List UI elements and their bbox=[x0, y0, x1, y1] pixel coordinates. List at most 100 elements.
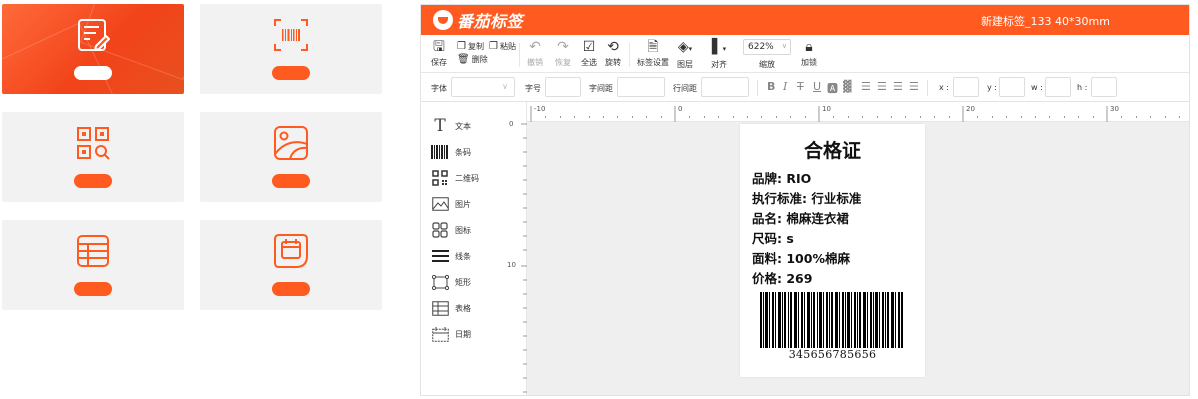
tile-button[interactable] bbox=[74, 282, 112, 296]
copy-icon: ❐ bbox=[457, 41, 466, 52]
tile-image[interactable] bbox=[200, 112, 382, 202]
tile-button[interactable] bbox=[74, 66, 112, 80]
tile-button[interactable] bbox=[272, 282, 310, 296]
label-settings-button[interactable]: 🗎 标签设置 bbox=[637, 39, 669, 68]
image-icon bbox=[274, 126, 308, 160]
text-background-icon[interactable]: 🅰︎ bbox=[827, 80, 838, 96]
calendar-icon bbox=[274, 234, 308, 268]
save-icon: 🖫 bbox=[433, 39, 445, 55]
select-all-button[interactable]: ☑ 全选 bbox=[581, 39, 597, 68]
ruler-v-label: 0 bbox=[509, 120, 514, 128]
w-label: w : bbox=[1031, 83, 1043, 92]
bold-icon[interactable]: B bbox=[767, 80, 775, 93]
label-text-product-name[interactable]: 品名: 棉麻连衣裙 bbox=[752, 208, 849, 227]
properties-bar: 字体 ∨ 字号 字间距 行间距 B I T U 🅰︎ ▓ ☰ ☰ ☰ ☰ x :… bbox=[421, 73, 1189, 102]
font-size-input[interactable] bbox=[545, 77, 581, 97]
tool-table[interactable]: 表格 bbox=[431, 298, 471, 318]
x-input[interactable] bbox=[953, 77, 979, 97]
font-size-label: 字号 bbox=[525, 84, 541, 93]
h-input[interactable] bbox=[1091, 77, 1117, 97]
x-label: x : bbox=[939, 83, 949, 92]
main-toolbar: 🖫 保存 ❐ 复制 ❐ 粘贴 🗑 删除 ↶ 撤销 ↷ 恢复 ☑ 全选 ⟲ 旋转 🗎 标… bbox=[421, 35, 1189, 73]
tile-button[interactable] bbox=[272, 174, 310, 188]
tool-text[interactable]: T 文本 bbox=[431, 116, 471, 136]
italic-icon[interactable]: I bbox=[783, 80, 787, 93]
select-all-icon: ☑ bbox=[582, 39, 596, 55]
label-preview[interactable]: 合格证 品牌: RIO 执行标准: 行业标准 品名: 棉麻连衣裙 尺码: s 面… bbox=[740, 124, 925, 377]
qr-code-search-icon bbox=[77, 127, 110, 160]
ruler-h-label: 20 bbox=[966, 105, 975, 113]
undo-button[interactable]: ↶ 撤销 bbox=[527, 39, 543, 68]
font-select[interactable]: ∨ bbox=[451, 77, 515, 97]
tile-button[interactable] bbox=[74, 174, 112, 188]
tile-button[interactable] bbox=[272, 66, 310, 80]
align-right-icon[interactable]: ☰ bbox=[893, 80, 903, 93]
layers-icon: ◈▾ bbox=[677, 39, 693, 55]
date-icon bbox=[431, 325, 449, 343]
lock-button[interactable]: 🔒︎ 加锁 bbox=[801, 39, 817, 68]
align-icon: ▌▾ bbox=[711, 39, 727, 55]
horizontal-ruler: -10 0 10 20 30 bbox=[527, 102, 1189, 122]
tile-qr-code[interactable] bbox=[2, 112, 184, 202]
tool-barcode[interactable]: 条码 bbox=[431, 142, 471, 162]
label-text-standard[interactable]: 执行标准: 行业标准 bbox=[752, 188, 861, 207]
zoom-label: 缩放 bbox=[759, 60, 775, 69]
strikethrough-icon[interactable]: T bbox=[797, 80, 804, 93]
qr-code-icon bbox=[431, 169, 449, 187]
ruler-h-label: 30 bbox=[1110, 105, 1119, 113]
tool-icon[interactable]: 图标 bbox=[431, 220, 471, 240]
underline-icon[interactable]: U bbox=[813, 80, 821, 93]
align-justify-icon[interactable]: ☰ bbox=[909, 80, 919, 93]
chevron-down-icon: ∨ bbox=[502, 82, 508, 91]
label-text-brand[interactable]: 品牌: RIO bbox=[752, 168, 811, 187]
layers-button[interactable]: ◈▾ 图层 bbox=[677, 39, 693, 70]
tile-barcode[interactable] bbox=[200, 4, 382, 94]
rotate-button[interactable]: ⟲ 旋转 bbox=[605, 39, 621, 68]
text-icon: T bbox=[434, 116, 446, 136]
w-input[interactable] bbox=[1045, 77, 1071, 97]
tool-rectangle[interactable]: 矩形 bbox=[431, 272, 471, 292]
align-center-icon[interactable]: ☰ bbox=[877, 80, 887, 93]
y-label: y : bbox=[987, 83, 997, 92]
tool-date[interactable]: 日期 bbox=[431, 324, 471, 344]
save-button[interactable]: 🖫 保存 bbox=[431, 39, 447, 68]
app-name: 番茄标签 bbox=[457, 12, 524, 31]
label-text-fabric[interactable]: 面料: 100%棉麻 bbox=[752, 248, 850, 267]
line-spacing-input[interactable] bbox=[701, 77, 749, 97]
table-icon bbox=[431, 299, 449, 317]
ruler-h-label: -10 bbox=[534, 105, 546, 113]
paste-icon: ❐ bbox=[489, 41, 498, 52]
letter-spacing-label: 字间距 bbox=[589, 84, 613, 93]
label-text-price[interactable]: 价格: 269 bbox=[752, 268, 812, 287]
tool-picture[interactable]: 图片 bbox=[431, 194, 471, 214]
lock-icon: 🔒︎ bbox=[805, 39, 813, 55]
text-vertical-icon[interactable]: ▓ bbox=[843, 80, 851, 93]
tile-edit-template[interactable] bbox=[2, 4, 184, 94]
tool-qr-code[interactable]: 二维码 bbox=[431, 168, 479, 188]
label-text-size[interactable]: 尺码: s bbox=[752, 228, 794, 247]
tile-calendar[interactable] bbox=[200, 220, 382, 310]
app-logo-icon bbox=[433, 10, 453, 30]
label-barcode[interactable] bbox=[760, 292, 903, 348]
font-label: 字体 bbox=[431, 84, 447, 93]
edit-document-icon bbox=[78, 19, 110, 51]
align-button[interactable]: ▌▾ 对齐 bbox=[711, 39, 727, 70]
label-editor-window: 番茄标签 新建标签_133 40*30mm 🖫 保存 ❐ 复制 ❐ 粘贴 🗑 删除 ↶… bbox=[420, 4, 1190, 396]
copy-button[interactable]: ❐ 复制 bbox=[457, 41, 484, 52]
y-input[interactable] bbox=[999, 77, 1025, 97]
table-icon bbox=[77, 235, 109, 267]
tool-line[interactable]: 线条 bbox=[431, 246, 471, 266]
redo-icon: ↷ bbox=[557, 39, 569, 55]
redo-button[interactable]: ↷ 恢复 bbox=[555, 39, 571, 68]
vertical-ruler: 0 10 bbox=[487, 102, 527, 395]
element-toolbox: T 文本 条码 二维码 图片 图标 线条 矩形 表格 日期 bbox=[421, 102, 487, 395]
label-title[interactable]: 合格证 bbox=[740, 136, 925, 163]
paste-button[interactable]: ❐ 粘贴 bbox=[489, 41, 516, 52]
document-settings-icon: 🗎 bbox=[647, 39, 659, 55]
tile-table[interactable] bbox=[2, 220, 184, 310]
delete-button[interactable]: 🗑 删除 bbox=[457, 54, 488, 65]
letter-spacing-input[interactable] bbox=[617, 77, 665, 97]
barcode-scan-icon bbox=[274, 19, 308, 51]
zoom-select[interactable]: 622% ∨ bbox=[743, 39, 791, 55]
align-left-icon[interactable]: ☰ bbox=[861, 80, 871, 93]
